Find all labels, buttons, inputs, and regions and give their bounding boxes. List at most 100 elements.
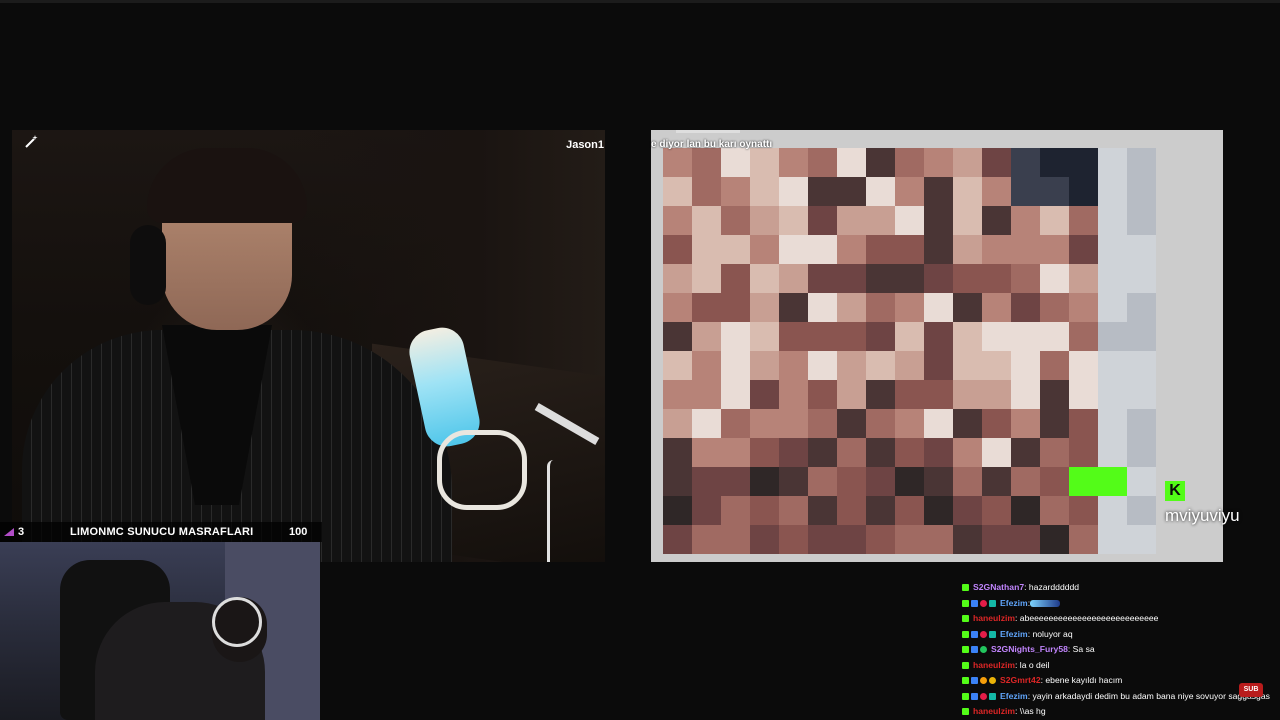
guest-caption: e diyor lan bu karı oynattı bbox=[651, 139, 773, 150]
camera-name-tag: Jason1 bbox=[566, 139, 604, 151]
mosaic-tile bbox=[866, 206, 895, 235]
mosaic-tile bbox=[924, 293, 953, 322]
mosaic-tile bbox=[750, 380, 779, 409]
mosaic-tile bbox=[692, 467, 721, 496]
mosaic-tile bbox=[866, 235, 895, 264]
chat-username[interactable]: haneulzim bbox=[973, 704, 1015, 720]
mosaic-tile bbox=[779, 293, 808, 322]
mosaic-tile bbox=[692, 264, 721, 293]
mosaic-tile bbox=[1098, 235, 1127, 264]
mosaic-tile bbox=[779, 380, 808, 409]
mosaic-tile bbox=[721, 351, 750, 380]
mosaic-tile bbox=[663, 293, 692, 322]
goal-bar: 3 LIMONMC SUNUCU MASRAFLARI 100 bbox=[0, 522, 322, 542]
mosaic-tile bbox=[953, 322, 982, 351]
mosaic-tile bbox=[866, 467, 895, 496]
mosaic-tile bbox=[982, 351, 1011, 380]
mosaic-tile bbox=[663, 438, 692, 467]
mosaic-tile bbox=[1040, 293, 1069, 322]
mosaic-tile bbox=[924, 235, 953, 264]
mosaic-tile bbox=[750, 525, 779, 554]
mosaic-tile bbox=[837, 264, 866, 293]
mosaic-tile bbox=[1011, 148, 1040, 177]
kick-badge-icon bbox=[962, 708, 969, 716]
chat-message: Efezim : yayin arkadaydi dedim bu adam b… bbox=[962, 689, 1280, 705]
mosaic-tile bbox=[982, 409, 1011, 438]
mosaic-tile bbox=[837, 467, 866, 496]
mosaic-tile bbox=[779, 148, 808, 177]
vip-badge-icon bbox=[980, 692, 987, 700]
mosaic-tile bbox=[1069, 206, 1098, 235]
mosaic-tile bbox=[808, 351, 837, 380]
mosaic-tile bbox=[692, 206, 721, 235]
subscriber-badge-icon bbox=[989, 630, 996, 638]
mosaic-tile bbox=[692, 293, 721, 322]
streamer-camera bbox=[12, 130, 605, 562]
chat-text: : noluyor aq bbox=[1027, 628, 1073, 639]
mosaic-tile bbox=[982, 177, 1011, 206]
chat-username[interactable]: S2GNathan7 bbox=[973, 580, 1024, 596]
mosaic-tile bbox=[982, 293, 1011, 322]
chat-text: : yayin arkadaydi dedim bu adam bana niy… bbox=[1027, 690, 1270, 701]
mosaic-tile bbox=[663, 206, 692, 235]
mosaic-tile bbox=[808, 409, 837, 438]
mosaic-tile bbox=[895, 409, 924, 438]
mosaic-tile bbox=[779, 496, 808, 525]
moderator-badge-icon bbox=[971, 630, 978, 638]
mosaic-tile bbox=[808, 177, 837, 206]
goal-label: LIMONMC SUNUCU MASRAFLARI bbox=[70, 526, 254, 538]
mosaic-tile bbox=[663, 525, 692, 554]
mosaic-tile bbox=[982, 322, 1011, 351]
mosaic-tile bbox=[1040, 380, 1069, 409]
mosaic-tile bbox=[866, 322, 895, 351]
mosaic-tile bbox=[779, 467, 808, 496]
mosaic-tile bbox=[1098, 206, 1127, 235]
mosaic-tile bbox=[1127, 467, 1156, 496]
mosaic-tile bbox=[750, 177, 779, 206]
chat-username[interactable]: Efezim bbox=[1000, 627, 1028, 643]
chat-message: Efezim : noluyor aq bbox=[962, 627, 1280, 643]
mosaic-tile bbox=[982, 438, 1011, 467]
mosaic-tile bbox=[808, 322, 837, 351]
mosaic-tile bbox=[779, 351, 808, 380]
mosaic-tile bbox=[1011, 496, 1040, 525]
mosaic-tile bbox=[866, 380, 895, 409]
mosaic-tile bbox=[1011, 293, 1040, 322]
mosaic-tile bbox=[895, 235, 924, 264]
mosaic-tile bbox=[982, 496, 1011, 525]
vip-badge-icon bbox=[980, 599, 987, 607]
mosaic-tile bbox=[895, 380, 924, 409]
mosaic-tile bbox=[1127, 177, 1156, 206]
mosaic-tile bbox=[808, 380, 837, 409]
mosaic-tile bbox=[953, 438, 982, 467]
chat-username[interactable]: S2Gmrt42 bbox=[1000, 673, 1041, 689]
mosaic-tile bbox=[953, 264, 982, 293]
subscriber-badge-icon bbox=[989, 692, 996, 700]
mosaic-tile bbox=[1127, 380, 1156, 409]
mosaic-tile bbox=[895, 525, 924, 554]
mosaic-tile bbox=[837, 235, 866, 264]
mosaic-tile bbox=[721, 438, 750, 467]
mosaic-tile bbox=[721, 235, 750, 264]
mosaic-tile bbox=[953, 177, 982, 206]
mosaic-tile bbox=[982, 206, 1011, 235]
chat-username[interactable]: Efezim bbox=[1000, 689, 1028, 705]
top-border bbox=[0, 0, 1280, 3]
chat-username[interactable]: haneulzim bbox=[973, 658, 1015, 674]
chat-username[interactable]: S2GNights_Fury58 bbox=[991, 642, 1068, 658]
mosaic-tile bbox=[721, 177, 750, 206]
secondary-webcam bbox=[0, 542, 320, 720]
mosaic-tile bbox=[953, 293, 982, 322]
overlay-username: mviyuviyu bbox=[1165, 506, 1240, 525]
mosaic-tile bbox=[924, 438, 953, 467]
magic-wand-icon[interactable] bbox=[25, 134, 39, 148]
chat-username[interactable]: Efezim bbox=[1000, 596, 1028, 612]
mosaic-tile bbox=[953, 467, 982, 496]
mosaic-tile bbox=[1011, 264, 1040, 293]
mosaic-tile bbox=[895, 206, 924, 235]
chat-username[interactable]: haneulzim bbox=[973, 611, 1015, 627]
moderator-badge-icon bbox=[971, 677, 978, 685]
mosaic-tile bbox=[779, 438, 808, 467]
guest-camera-pixelated bbox=[651, 130, 1223, 562]
mosaic-tile bbox=[1069, 409, 1098, 438]
